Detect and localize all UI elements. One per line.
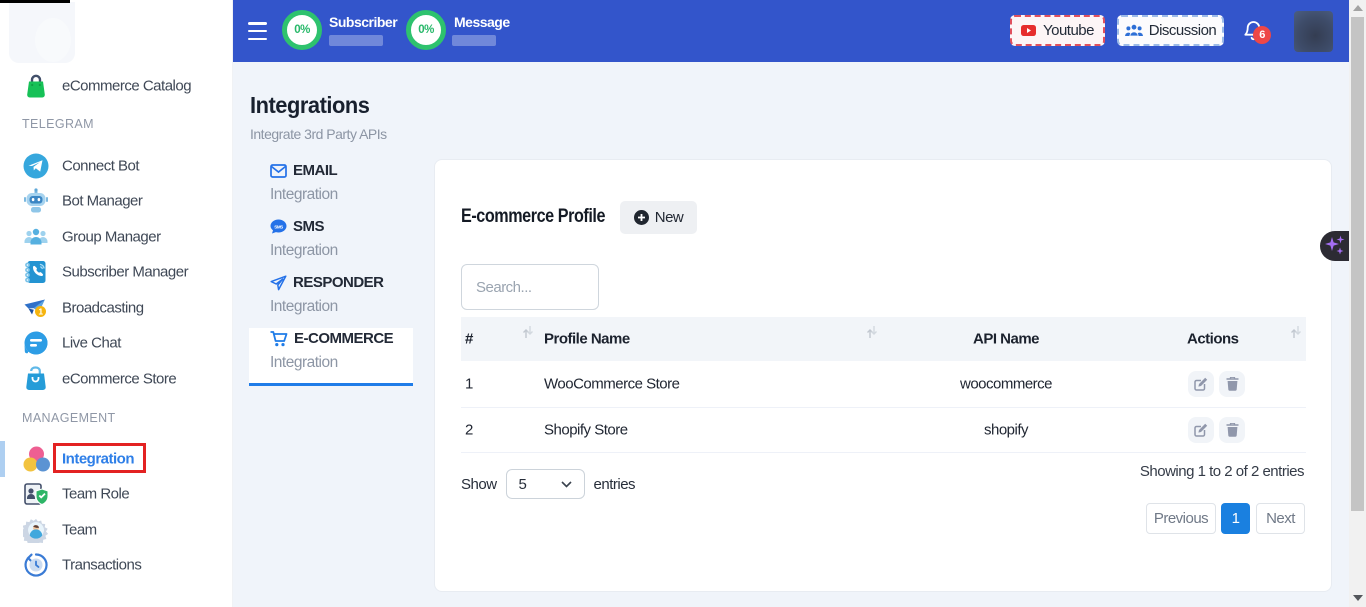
svg-text:SMS: SMS — [274, 224, 283, 229]
